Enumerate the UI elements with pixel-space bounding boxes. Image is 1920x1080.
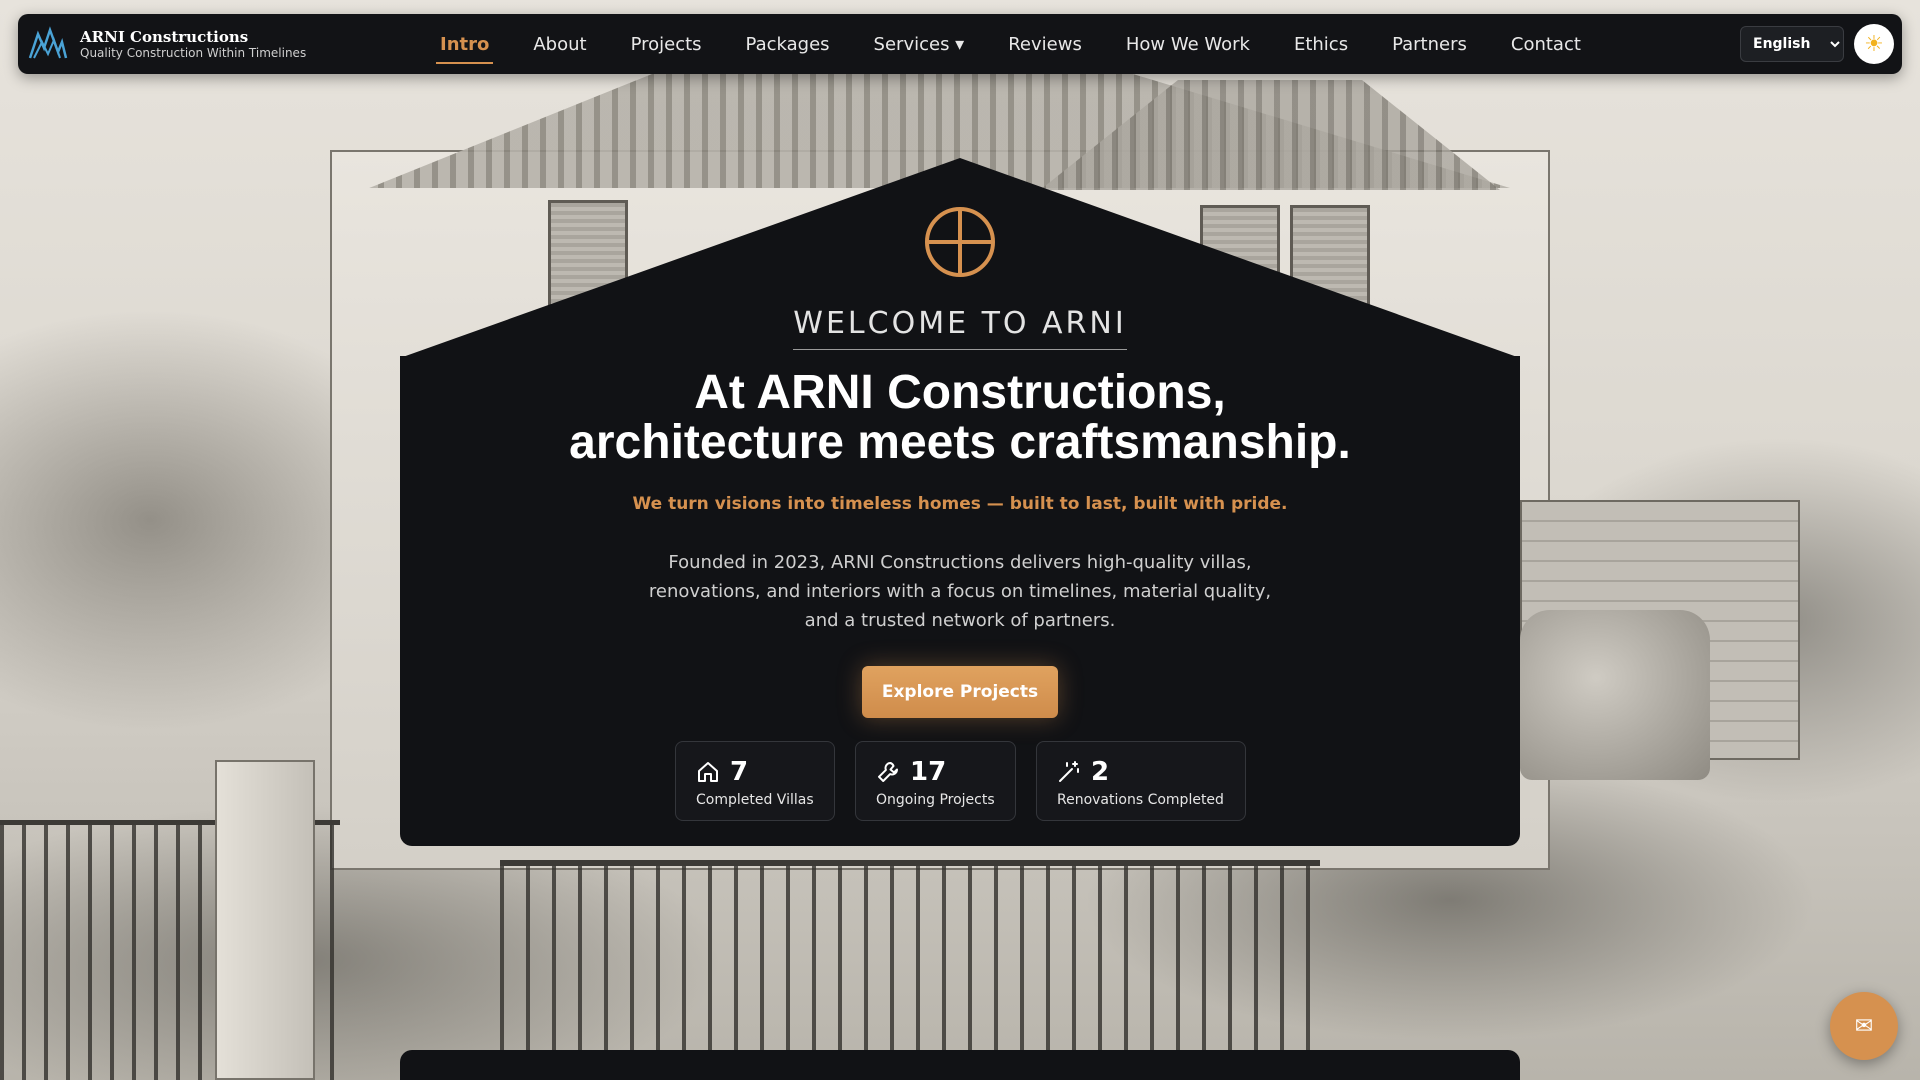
nav-item-reviews[interactable]: Reviews (986, 14, 1104, 74)
hero-kicker: WELCOME TO ARNI (0, 306, 1920, 350)
stat-value: 7 (730, 757, 749, 787)
nav-item-ethics[interactable]: Ethics (1272, 14, 1370, 74)
brand[interactable]: ARNI Constructions Quality Construction … (28, 24, 306, 64)
nav-links: Intro About Projects Packages Services ▾… (418, 14, 1603, 74)
sun-icon: ☀ (1864, 31, 1884, 57)
nav-item-intro[interactable]: Intro (418, 14, 511, 74)
stat-label: Ongoing Projects (876, 792, 995, 808)
magic-wand-icon (1059, 761, 1079, 782)
contact-fab-button[interactable]: ✉ (1830, 992, 1898, 1060)
next-section-card (400, 1050, 1520, 1080)
stat-value: 2 (1091, 757, 1110, 787)
nav-item-packages[interactable]: Packages (724, 14, 852, 74)
stat-card-renovations-completed: 2 Renovations Completed (1036, 741, 1246, 821)
language-select[interactable]: English (1740, 26, 1844, 62)
nav-item-how-we-work[interactable]: How We Work (1104, 14, 1272, 74)
iron-gate (500, 860, 1320, 1080)
envelope-icon: ✉ (1854, 1013, 1874, 1039)
stat-card-completed-villas: 7 Completed Villas (675, 741, 835, 821)
brand-name: ARNI Constructions (80, 27, 249, 46)
hero-title-line-1: At ARNI Constructions, (694, 366, 1226, 419)
hero-title: At ARNI Constructions, architecture meet… (400, 368, 1520, 468)
nav-item-projects[interactable]: Projects (609, 14, 724, 74)
wrench-icon (878, 762, 898, 782)
stat-label: Completed Villas (696, 792, 814, 808)
mountain-logo-icon (28, 26, 68, 59)
nav-item-services[interactable]: Services ▾ (852, 14, 987, 74)
top-navbar: ARNI Constructions Quality Construction … (18, 14, 1902, 74)
brand-tagline: Quality Construction Within Timelines (80, 45, 307, 60)
hero-kicker-text: WELCOME TO ARNI (793, 306, 1127, 350)
house-icon (698, 762, 718, 782)
stat-label: Renovations Completed (1057, 792, 1224, 808)
nav-item-about[interactable]: About (511, 14, 608, 74)
stat-value: 17 (910, 757, 947, 787)
stats-row: 7 Completed Villas 17 Ongoing Projects 2… (0, 741, 1920, 821)
nav-item-contact[interactable]: Contact (1489, 14, 1603, 74)
nav-item-partners[interactable]: Partners (1370, 14, 1489, 74)
hero-description: Founded in 2023, ARNI Constructions deli… (648, 552, 1272, 631)
theme-toggle-button[interactable]: ☀ (1854, 24, 1894, 64)
explore-projects-button[interactable]: Explore Projects (862, 666, 1058, 718)
crosshair-circle-icon (925, 207, 995, 277)
stat-card-ongoing-projects: 17 Ongoing Projects (855, 741, 1016, 821)
hero-subtitle: We turn visions into timeless homes — bu… (632, 494, 1288, 514)
hero-title-line-2: architecture meets craftsmanship. (569, 416, 1351, 469)
